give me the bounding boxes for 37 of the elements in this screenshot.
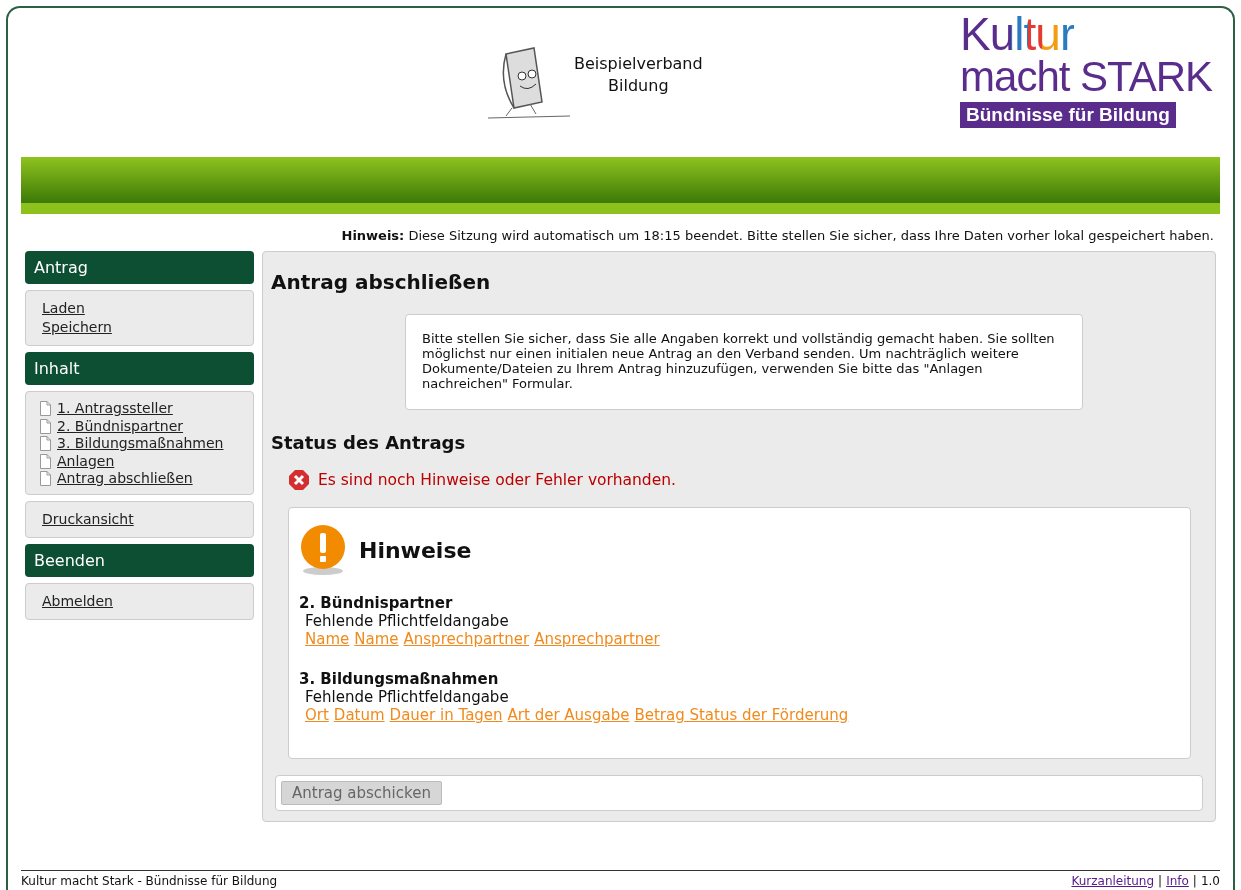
sidebar-heading: Antrag	[25, 251, 254, 284]
sidebar-link[interactable]: Speichern	[42, 318, 237, 337]
error-icon	[288, 469, 310, 491]
footer-link[interactable]: Kurzanleitung	[1071, 874, 1155, 888]
sidebar-heading: Beenden	[25, 543, 254, 577]
hint-section-title: 3. Bildungsmaßnahmen	[299, 670, 500, 688]
section-title: Status des Antrags	[271, 432, 467, 453]
info-message: Bitte stellen Sie sicher, dass Sie alle Angaben korrekt und vollständig gemacht haben. Sie sollten möglichst nur einen initialen neue Antrag an den Verband senden. Um nachträglich weitere Dokumente/Dateien zu Ihrem Antrag hinzuzufügen, verwenden Sie bitte das "Anlagen nachreichen" Formular.	[405, 314, 1083, 410]
separator: |	[1158, 874, 1163, 888]
document-icon	[40, 471, 51, 487]
program-logo: Kultur macht STARK Bündnisse für Bildung	[960, 14, 1212, 128]
hint-description: Fehlende Pflichtfeldangabe	[305, 612, 510, 630]
document-icon	[40, 453, 51, 469]
warning-icon	[299, 524, 347, 576]
footer-link[interactable]: Info	[1166, 874, 1189, 888]
sidebar-link[interactable]: 3. Bildungsmaßnahmen	[57, 434, 224, 454]
document-icon	[40, 401, 51, 417]
sidebar-link[interactable]: Antrag abschließen	[57, 469, 193, 489]
hint-section-title: 2. Bündnispartner	[299, 594, 454, 612]
sidebar-link[interactable]: Abmelden	[42, 591, 237, 611]
sidebar-link[interactable]: Druckansicht	[42, 509, 237, 529]
page-title: Antrag abschließen	[271, 270, 492, 294]
hints-title: Hinweise	[359, 537, 472, 563]
status-message: Es sind noch Hinweise oder Fehler vorhanden.	[318, 471, 676, 489]
footer-text: Kultur macht Stark - Bündnisse für Bildung	[21, 874, 278, 888]
version-text: 1.0	[1200, 874, 1220, 888]
document-icon	[40, 418, 51, 434]
session-notice: Hinweis: Diese Sitzung wird automatisch um 18:15 beendet. Bitte stellen Sie sicher, dass Ihre Daten vorher lokal gespeichert haben.	[340, 228, 1215, 243]
sidebar-link[interactable]: Laden	[42, 299, 237, 318]
hint-description: Fehlende Pflichtfeldangabe	[305, 688, 510, 706]
separator: |	[1192, 874, 1197, 888]
document-icon	[40, 436, 51, 452]
sidebar-link[interactable]: 2. Bündnispartner	[57, 416, 184, 436]
sidebar-link[interactable]: Anlagen	[57, 451, 115, 471]
sidebar-heading: Inhalt	[25, 352, 254, 385]
organization-name: Beispielverband Bildung	[574, 53, 703, 97]
sidebar-link[interactable]: 1. Antragssteller	[57, 399, 173, 419]
